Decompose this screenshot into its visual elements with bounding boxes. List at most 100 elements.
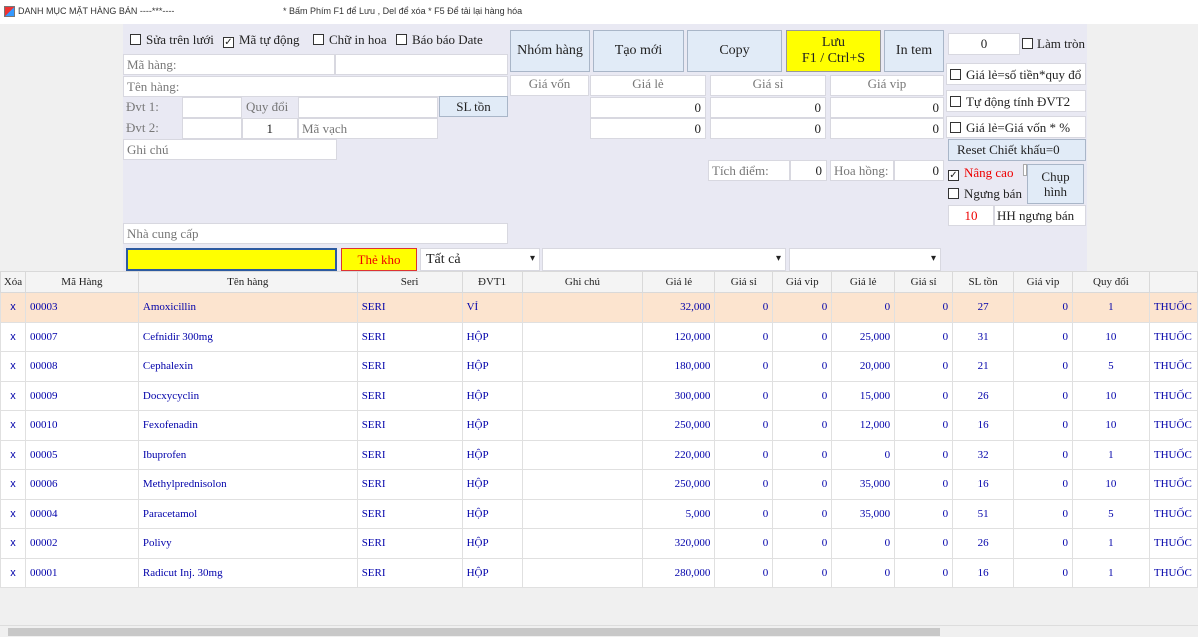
gia-si-dvt2-cell[interactable]: 0	[894, 498, 954, 529]
gia-si-cell[interactable]: 0	[714, 498, 774, 529]
gia-si-cell[interactable]: 0	[714, 557, 774, 588]
edit-on-grid-checkbox[interactable]: Sửa trên lưới	[130, 32, 214, 48]
dvt1-cell[interactable]: HỘP	[461, 469, 523, 500]
seri-cell[interactable]: SERI	[356, 528, 463, 559]
group-cell[interactable]: THUỐC	[1148, 469, 1198, 500]
gia-le-input-2[interactable]: 0	[590, 118, 706, 139]
gia-le-dvt2-cell[interactable]: 0	[831, 557, 896, 588]
dvt1-cell[interactable]: HỘP	[461, 321, 523, 352]
gia-le-cell[interactable]: 5,000	[642, 498, 716, 529]
item-name-cell[interactable]: Cephalexin	[137, 351, 358, 382]
item-code-cell[interactable]: 00010	[24, 410, 139, 441]
ma-hang-extra-input[interactable]	[335, 54, 508, 75]
group-cell[interactable]: THUỐC	[1148, 528, 1198, 559]
dvt2-factor-input[interactable]: 1	[242, 118, 298, 139]
quy-doi-cell[interactable]: 10	[1071, 469, 1150, 500]
checkbox-box[interactable]	[948, 188, 959, 199]
dvt1-cell[interactable]: HỘP	[461, 557, 523, 588]
column-header[interactable]: Tên hàng	[137, 271, 358, 293]
dvt1-cell[interactable]: HỘP	[461, 439, 523, 470]
gia-vip-dvt2-cell[interactable]: 0	[1013, 498, 1073, 529]
item-name-cell[interactable]: Radicut Inj. 30mg	[137, 557, 358, 588]
gia-le-dvt2-cell[interactable]: 35,000	[831, 469, 896, 500]
quy-doi-cell[interactable]: 1	[1071, 557, 1150, 588]
delete-row-button[interactable]: x	[0, 292, 26, 323]
nang-cao-checkbox[interactable]: ✓ Nâng cao	[948, 165, 1013, 181]
ngung-ban-checkbox[interactable]: Ngưng bán	[948, 186, 1022, 202]
gia-le-dvt2-cell[interactable]: 15,000	[831, 380, 896, 411]
gia-le-cell[interactable]: 280,000	[642, 557, 716, 588]
gia-vip-cell[interactable]: 0	[772, 410, 833, 441]
quy-doi-cell[interactable]: 10	[1071, 321, 1150, 352]
note-cell[interactable]	[521, 410, 644, 441]
checkbox-box[interactable]	[950, 69, 961, 80]
sl-ton-cell[interactable]: 26	[952, 380, 1015, 411]
sl-ton-cell[interactable]: 32	[952, 439, 1015, 470]
nhom-hang-button[interactable]: Nhóm hàng	[510, 30, 590, 72]
seri-cell[interactable]: SERI	[356, 380, 463, 411]
delete-row-button[interactable]: x	[0, 469, 26, 500]
gia-le-cell[interactable]: 250,000	[642, 469, 716, 500]
item-code-cell[interactable]: 00007	[24, 321, 139, 352]
lam-tron-checkbox[interactable]: Làm tròn	[1022, 36, 1085, 52]
gia-vip-cell[interactable]: 0	[772, 528, 833, 559]
gia-vip-input-2[interactable]: 0	[830, 118, 944, 139]
gia-le-so-tien-option[interactable]: Giá lẻ=số tiền*quy đổ	[946, 63, 1086, 85]
group-cell[interactable]: THUỐC	[1148, 557, 1198, 588]
delete-row-button[interactable]: x	[0, 351, 26, 382]
quy-doi-cell[interactable]: 1	[1071, 528, 1150, 559]
item-name-cell[interactable]: Amoxicillin	[137, 292, 358, 323]
checkbox-box[interactable]	[313, 34, 324, 45]
gia-le-dvt2-cell[interactable]: 0	[831, 528, 896, 559]
seri-cell[interactable]: SERI	[356, 351, 463, 382]
dvt1-cell[interactable]: VỈ	[461, 292, 523, 323]
column-header[interactable]: Giá lẻ	[831, 271, 896, 293]
gia-vip-dvt2-cell[interactable]: 0	[1013, 351, 1073, 382]
round-value-input[interactable]: 0	[948, 33, 1020, 55]
checkbox-box-checked[interactable]: ✓	[223, 37, 234, 48]
gia-si-cell[interactable]: 0	[714, 528, 774, 559]
gia-vip-dvt2-cell[interactable]: 0	[1013, 557, 1073, 588]
nha-cung-cap-input[interactable]: Nhà cung cấp	[123, 223, 508, 244]
gia-le-cell[interactable]: 32,000	[642, 292, 716, 323]
scrollbar-thumb[interactable]	[8, 628, 940, 636]
note-cell[interactable]	[521, 469, 644, 500]
gia-si-dvt2-cell[interactable]: 0	[894, 528, 954, 559]
column-header[interactable]: Seri	[356, 271, 463, 293]
item-name-cell[interactable]: Docxycyclin	[137, 380, 358, 411]
tich-diem-input[interactable]: 0	[790, 160, 827, 181]
gia-si-cell[interactable]: 0	[714, 469, 774, 500]
table-row[interactable]: x 00007 Cefnidir 300mg SERI HỘP 120,000 0 0 25,0…	[0, 321, 1198, 352]
checkbox-box[interactable]	[1022, 38, 1033, 49]
gia-le-gia-von-option[interactable]: Giá lẻ=Giá vốn * %	[946, 116, 1086, 138]
gia-vip-cell[interactable]: 0	[772, 380, 833, 411]
item-code-cell[interactable]: 00001	[24, 557, 139, 588]
column-header[interactable]: SL tồn	[952, 271, 1015, 293]
delete-row-button[interactable]: x	[0, 410, 26, 441]
seri-cell[interactable]: SERI	[356, 439, 463, 470]
gia-si-cell[interactable]: 0	[714, 351, 774, 382]
gia-si-dvt2-cell[interactable]: 0	[894, 292, 954, 323]
gia-vip-dvt2-cell[interactable]: 0	[1013, 321, 1073, 352]
auto-code-checkbox[interactable]: ✓ Mã tự động	[223, 32, 300, 48]
delete-row-button[interactable]: x	[0, 528, 26, 559]
column-header[interactable]	[1148, 271, 1198, 293]
item-code-cell[interactable]: 00004	[24, 498, 139, 529]
gia-vip-cell[interactable]: 0	[772, 469, 833, 500]
item-code-cell[interactable]: 00003	[24, 292, 139, 323]
in-tem-button[interactable]: In tem	[884, 30, 944, 72]
uppercase-checkbox[interactable]: Chữ in hoa	[313, 32, 387, 48]
group-cell[interactable]: THUỐC	[1148, 498, 1198, 529]
dvt1-cell[interactable]: HỘP	[461, 351, 523, 382]
gia-vip-cell[interactable]: 0	[772, 292, 833, 323]
item-name-cell[interactable]: Fexofenadin	[137, 410, 358, 441]
column-header[interactable]: Mã Hàng	[24, 271, 139, 293]
seri-cell[interactable]: SERI	[356, 321, 463, 352]
gia-le-cell[interactable]: 120,000	[642, 321, 716, 352]
sl-ton-cell[interactable]: 27	[952, 292, 1015, 323]
checkbox-box[interactable]	[950, 96, 961, 107]
gia-vip-cell[interactable]: 0	[772, 498, 833, 529]
group-cell[interactable]: THUỐC	[1148, 380, 1198, 411]
table-row[interactable]: x 00006 Methylprednisolon SERI HỘP 250,000 0 0 3…	[0, 469, 1198, 500]
column-header[interactable]: Giá sỉ	[714, 271, 774, 293]
